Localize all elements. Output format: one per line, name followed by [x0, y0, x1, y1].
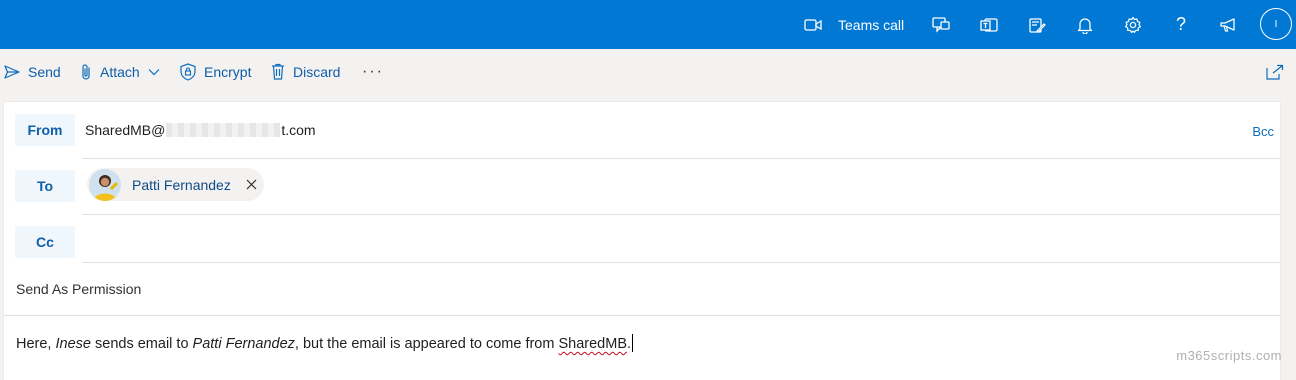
- encrypt-label: Encrypt: [204, 63, 252, 80]
- trash-icon: [271, 63, 285, 80]
- divider: [82, 158, 1280, 159]
- top-bar: Teams call ? I: [0, 0, 1296, 49]
- user-avatar[interactable]: I: [1260, 8, 1292, 40]
- body-text: .: [627, 336, 632, 352]
- bcc-button[interactable]: Bcc: [1252, 124, 1274, 139]
- compose-panel: From SharedMB@ t.com Bcc To Patti Fernan…: [3, 101, 1281, 380]
- redacted-block: [166, 123, 281, 137]
- command-bar: Send Attach Encrypt Discard ···: [0, 49, 1296, 94]
- help-icon[interactable]: ?: [1166, 0, 1196, 49]
- from-button[interactable]: From: [15, 114, 75, 146]
- teams-icon[interactable]: [974, 0, 1004, 49]
- pop-out-icon[interactable]: [1266, 49, 1284, 94]
- subject-field[interactable]: Send As Permission: [16, 281, 141, 297]
- to-button[interactable]: To: [15, 170, 75, 202]
- from-address-prefix: SharedMB@: [85, 122, 166, 138]
- body-sender-name: Inese: [55, 336, 91, 352]
- from-address-suffix: t.com: [281, 122, 316, 138]
- teams-call-button[interactable]: Teams call: [798, 0, 908, 49]
- body-mailbox-name: SharedMB: [558, 336, 627, 352]
- chat-icon[interactable]: [926, 0, 956, 49]
- teams-call-label: Teams call: [838, 16, 905, 33]
- video-icon: [804, 18, 822, 32]
- body-text: Here,: [16, 336, 56, 352]
- divider: [4, 315, 1280, 316]
- from-address: SharedMB@ t.com: [85, 122, 316, 138]
- send-icon: [4, 64, 20, 79]
- chevron-down-icon[interactable]: [148, 68, 160, 76]
- text-cursor: [632, 334, 634, 352]
- watermark: m365scripts.com: [1176, 348, 1282, 363]
- body-text: , but the email is appeared to come from: [294, 336, 559, 352]
- paperclip-icon: [80, 63, 92, 81]
- discard-button[interactable]: Discard: [271, 49, 340, 94]
- shield-lock-icon: [180, 62, 196, 81]
- more-options-button[interactable]: ···: [362, 49, 384, 94]
- tasks-icon[interactable]: [1022, 0, 1052, 49]
- send-label: Send: [28, 63, 61, 80]
- bell-icon[interactable]: [1070, 0, 1100, 49]
- remove-recipient-icon[interactable]: [246, 179, 257, 190]
- send-button[interactable]: Send: [4, 49, 61, 94]
- recipient-name: Patti Fernandez: [132, 176, 231, 193]
- body-recipient-name: Patti Fernandez: [192, 336, 295, 352]
- encrypt-button[interactable]: Encrypt: [180, 49, 251, 94]
- megaphone-icon[interactable]: [1214, 0, 1244, 49]
- cc-button[interactable]: Cc: [15, 226, 75, 258]
- message-body[interactable]: Here, Inese sends email to Patti Fernand…: [16, 334, 634, 352]
- discard-label: Discard: [293, 63, 341, 80]
- recipient-avatar: [89, 168, 121, 201]
- body-text: sends email to: [90, 336, 193, 352]
- attach-button[interactable]: Attach: [80, 49, 160, 94]
- gear-icon[interactable]: [1118, 0, 1148, 49]
- recipient-chip[interactable]: Patti Fernandez: [87, 168, 264, 201]
- divider: [82, 214, 1280, 215]
- divider: [82, 262, 1280, 263]
- attach-label: Attach: [100, 63, 140, 80]
